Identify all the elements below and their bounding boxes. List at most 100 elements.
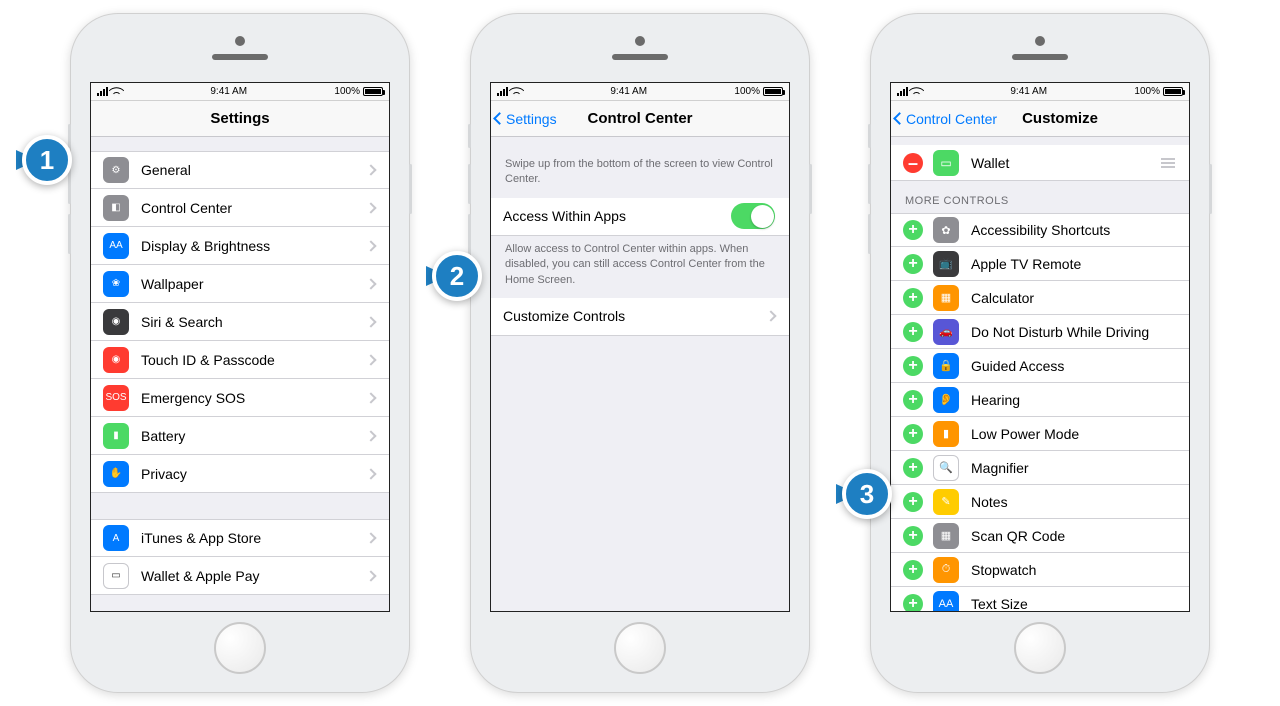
row-notes[interactable]: ✎ Notes bbox=[891, 485, 1189, 519]
control-center-icon: ◧ bbox=[103, 195, 129, 221]
row-guided-access[interactable]: 🔒Guided Access bbox=[891, 349, 1189, 383]
row-included-wallet[interactable]: ▭ Wallet bbox=[891, 145, 1189, 181]
row-accessibility-shortcuts[interactable]: ✿Accessibility Shortcuts bbox=[891, 213, 1189, 247]
notes-icon: ✎ bbox=[933, 489, 959, 515]
signal-icon bbox=[97, 87, 108, 96]
privacy-icon: ✋ bbox=[103, 461, 129, 487]
row-access-within-apps[interactable]: Access Within Apps bbox=[491, 198, 789, 236]
row-label: Privacy bbox=[141, 466, 367, 482]
row-label: Scan QR Code bbox=[971, 528, 1175, 544]
battery-icon: ▮ bbox=[103, 423, 129, 449]
stopwatch-icon: ⏱ bbox=[933, 557, 959, 583]
chevron-right-icon bbox=[365, 354, 376, 365]
row-magnifier[interactable]: 🔍Magnifier bbox=[891, 451, 1189, 485]
row-stopwatch[interactable]: ⏱ Stopwatch bbox=[891, 553, 1189, 587]
row-customize-controls[interactable]: Customize Controls bbox=[491, 298, 789, 336]
status-time: 9:41 AM bbox=[210, 86, 247, 97]
add-button[interactable] bbox=[903, 390, 923, 410]
row-label: Wallet & Apple Pay bbox=[141, 568, 367, 584]
home-button[interactable] bbox=[1014, 622, 1066, 674]
row-label: Low Power Mode bbox=[971, 426, 1175, 442]
chevron-right-icon bbox=[365, 430, 376, 441]
back-button[interactable]: Control Center bbox=[891, 111, 997, 127]
add-button[interactable] bbox=[903, 526, 923, 546]
wallet-applepay-icon: ▭ bbox=[103, 563, 129, 589]
chevron-right-icon bbox=[365, 316, 376, 327]
page-title: Settings bbox=[91, 110, 389, 127]
row-itunes-appstore[interactable]: AiTunes & App Store bbox=[91, 519, 389, 557]
row-label: Notes bbox=[971, 494, 1175, 510]
status-time: 9:41 AM bbox=[610, 86, 647, 97]
row-privacy[interactable]: ✋ Privacy bbox=[91, 455, 389, 493]
add-button[interactable] bbox=[903, 220, 923, 240]
add-button[interactable] bbox=[903, 594, 923, 612]
row-wallet-applepay[interactable]: ▭ Wallet & Apple Pay bbox=[91, 557, 389, 595]
row-display-brightness[interactable]: AADisplay & Brightness bbox=[91, 227, 389, 265]
row-label: Emergency SOS bbox=[141, 390, 367, 406]
back-button[interactable]: Settings bbox=[491, 111, 557, 127]
wifi-icon bbox=[911, 87, 923, 96]
callout-1: 1 bbox=[22, 135, 72, 185]
row-general[interactable]: ⚙ General bbox=[91, 151, 389, 189]
row-label: Access Within Apps bbox=[503, 208, 731, 224]
row-dnd-driving[interactable]: 🚗Do Not Disturb While Driving bbox=[891, 315, 1189, 349]
row-calculator[interactable]: ▦Calculator bbox=[891, 281, 1189, 315]
status-bar: 9:41 AM 100% bbox=[491, 83, 789, 101]
row-touchid[interactable]: ◉Touch ID & Passcode bbox=[91, 341, 389, 379]
emergency-sos-icon: SOS bbox=[103, 385, 129, 411]
add-button[interactable] bbox=[903, 356, 923, 376]
row-siri-search[interactable]: ◉Siri & Search bbox=[91, 303, 389, 341]
row-hearing[interactable]: 👂Hearing bbox=[891, 383, 1189, 417]
row-label: Magnifier bbox=[971, 460, 1175, 476]
battery-icon bbox=[1163, 87, 1183, 96]
row-low-power[interactable]: ▮Low Power Mode bbox=[891, 417, 1189, 451]
scan-qr-icon: ▦ bbox=[933, 523, 959, 549]
row-label: Display & Brightness bbox=[141, 238, 367, 254]
general-icon: ⚙ bbox=[103, 157, 129, 183]
add-button[interactable] bbox=[903, 424, 923, 444]
row-label: Hearing bbox=[971, 392, 1175, 408]
row-label: Stopwatch bbox=[971, 562, 1175, 578]
row-wallpaper[interactable]: ❀Wallpaper bbox=[91, 265, 389, 303]
text-size-icon: AA bbox=[933, 591, 959, 612]
battery-percent: 100% bbox=[334, 86, 360, 97]
home-button[interactable] bbox=[614, 622, 666, 674]
row-label: iTunes & App Store bbox=[141, 530, 367, 546]
phone-settings: 9:41 AM 100% Settings ⚙ General ◧Control C… bbox=[70, 13, 410, 693]
row-control-center[interactable]: ◧Control Center bbox=[91, 189, 389, 227]
status-bar: 9:41 AM 100% bbox=[891, 83, 1189, 101]
add-button[interactable] bbox=[903, 458, 923, 478]
row-label: Calculator bbox=[971, 290, 1175, 306]
row-label: Text Size bbox=[971, 596, 1175, 612]
chevron-right-icon bbox=[365, 468, 376, 479]
toggle-access-apps[interactable] bbox=[731, 203, 775, 229]
add-button[interactable] bbox=[903, 254, 923, 274]
remove-button[interactable] bbox=[903, 153, 923, 173]
dnd-driving-icon: 🚗 bbox=[933, 319, 959, 345]
row-apple-tv-remote[interactable]: 📺Apple TV Remote bbox=[891, 247, 1189, 281]
row-battery[interactable]: ▮ Battery bbox=[91, 417, 389, 455]
guided-access-icon: 🔒 bbox=[933, 353, 959, 379]
drag-handle[interactable] bbox=[1161, 158, 1175, 168]
add-button[interactable] bbox=[903, 288, 923, 308]
chevron-left-icon bbox=[893, 112, 906, 125]
signal-icon bbox=[497, 87, 508, 96]
row-label: Siri & Search bbox=[141, 314, 367, 330]
add-button[interactable] bbox=[903, 492, 923, 512]
chevron-right-icon bbox=[365, 278, 376, 289]
row-label: Wallet bbox=[971, 155, 1161, 171]
chevron-right-icon bbox=[365, 164, 376, 175]
wallet-icon: ▭ bbox=[933, 150, 959, 176]
callout-2: 2 bbox=[432, 251, 482, 301]
add-button[interactable] bbox=[903, 560, 923, 580]
add-button[interactable] bbox=[903, 322, 923, 342]
back-label: Control Center bbox=[906, 111, 997, 127]
row-label: General bbox=[141, 162, 367, 178]
row-emergency-sos[interactable]: SOS Emergency SOS bbox=[91, 379, 389, 417]
wifi-icon bbox=[511, 87, 523, 96]
home-button[interactable] bbox=[214, 622, 266, 674]
row-text-size[interactable]: AA Text Size bbox=[891, 587, 1189, 611]
accessibility-shortcuts-icon: ✿ bbox=[933, 217, 959, 243]
row-label: Battery bbox=[141, 428, 367, 444]
row-scan-qr[interactable]: ▦ Scan QR Code bbox=[891, 519, 1189, 553]
